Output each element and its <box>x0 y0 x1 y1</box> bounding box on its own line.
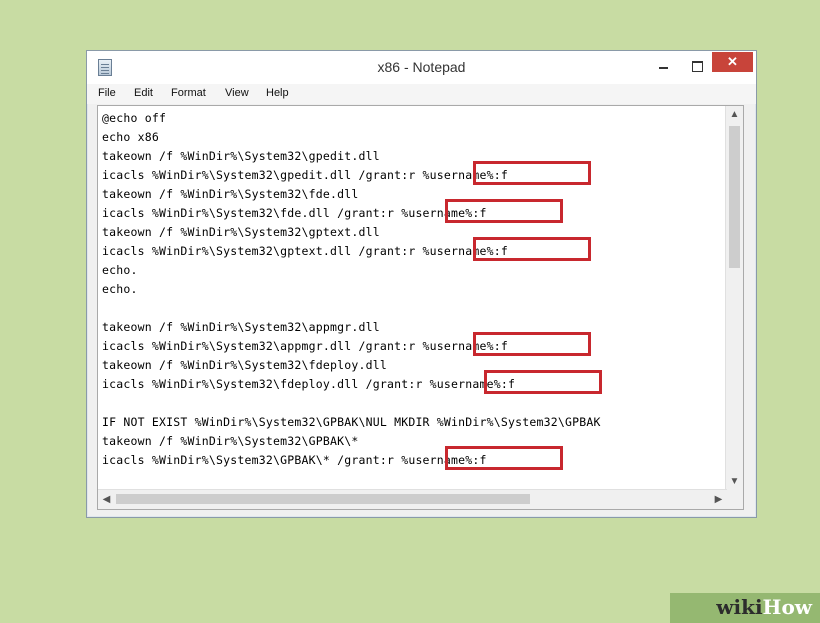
username-highlight <box>473 237 591 261</box>
menu-help[interactable]: Help <box>266 87 289 99</box>
scrollbar-corner <box>726 490 743 509</box>
watermark-how: How <box>762 595 812 619</box>
editor-line: takeown /f %WinDir%\System32\GPBAK\* <box>102 434 359 448</box>
maximize-button[interactable] <box>682 55 712 77</box>
minimize-icon <box>658 67 668 69</box>
close-icon: ✕ <box>727 54 738 69</box>
editor-line: takeown /f %WinDir%\System32\fde.dll <box>102 187 359 201</box>
maximize-icon <box>691 60 703 72</box>
vertical-scroll-thumb[interactable] <box>729 126 740 268</box>
editor-line: icacls %WinDir%\System32\GPBAK\* /grant:… <box>102 453 487 467</box>
vertical-scrollbar[interactable]: ▲ ▼ <box>725 106 743 490</box>
username-highlight <box>473 332 591 356</box>
menu-format[interactable]: Format <box>171 87 206 99</box>
menu-file[interactable]: File <box>98 87 116 99</box>
scroll-up-icon[interactable]: ▲ <box>726 106 743 123</box>
username-highlight <box>473 161 591 185</box>
editor-line: icacls %WinDir%\System32\appmgr.dll /gra… <box>102 339 509 353</box>
notepad-window: x86 - Notepad ✕ File Edit Format View He… <box>86 50 757 518</box>
editor-line: @echo off <box>102 111 167 125</box>
title-bar[interactable]: x86 - Notepad ✕ <box>87 51 756 84</box>
watermark-wiki: wiki <box>716 595 763 619</box>
username-highlight <box>445 199 563 223</box>
background: x86 - Notepad ✕ File Edit Format View He… <box>0 0 820 623</box>
close-button[interactable]: ✕ <box>712 52 753 72</box>
horizontal-scrollbar[interactable]: ◀ ▶ <box>98 489 727 509</box>
editor-line: icacls %WinDir%\System32\gpedit.dll /gra… <box>102 168 509 182</box>
wikihow-watermark: wikiHow <box>670 593 820 623</box>
editor-line: echo x86 <box>102 130 159 144</box>
menu-bar: File Edit Format View Help <box>87 84 756 104</box>
username-highlight <box>484 370 602 394</box>
menu-view[interactable]: View <box>225 87 249 99</box>
scroll-left-icon[interactable]: ◀ <box>98 490 115 509</box>
editor-line: echo. <box>102 263 138 277</box>
editor-line: takeown /f %WinDir%\System32\fdeploy.dll <box>102 358 387 372</box>
editor-line: takeown /f %WinDir%\System32\gptext.dll <box>102 225 380 239</box>
editor-content[interactable]: @echo off echo x86 takeown /f %WinDir%\S… <box>102 111 727 489</box>
editor-line: takeown /f %WinDir%\System32\appmgr.dll <box>102 320 380 334</box>
watermark-text: wikiHow <box>716 595 812 619</box>
editor-line: icacls %WinDir%\System32\fde.dll /grant:… <box>102 206 487 220</box>
editor-line: takeown /f %WinDir%\System32\gpedit.dll <box>102 149 380 163</box>
scroll-right-icon[interactable]: ▶ <box>710 490 727 509</box>
horizontal-scroll-thumb[interactable] <box>116 494 530 504</box>
editor-line: echo. <box>102 282 138 296</box>
username-highlight <box>445 446 563 470</box>
editor-line: icacls %WinDir%\System32\gptext.dll /gra… <box>102 244 509 258</box>
menu-edit[interactable]: Edit <box>134 87 153 99</box>
editor-line: icacls %WinDir%\System32\fdeploy.dll /gr… <box>102 377 516 391</box>
minimize-button[interactable] <box>648 55 678 77</box>
editor-line: IF NOT EXIST %WinDir%\System32\GPBAK\NUL… <box>102 415 601 429</box>
scroll-down-icon[interactable]: ▼ <box>726 473 743 490</box>
text-editor[interactable]: @echo off echo x86 takeown /f %WinDir%\S… <box>97 105 744 510</box>
